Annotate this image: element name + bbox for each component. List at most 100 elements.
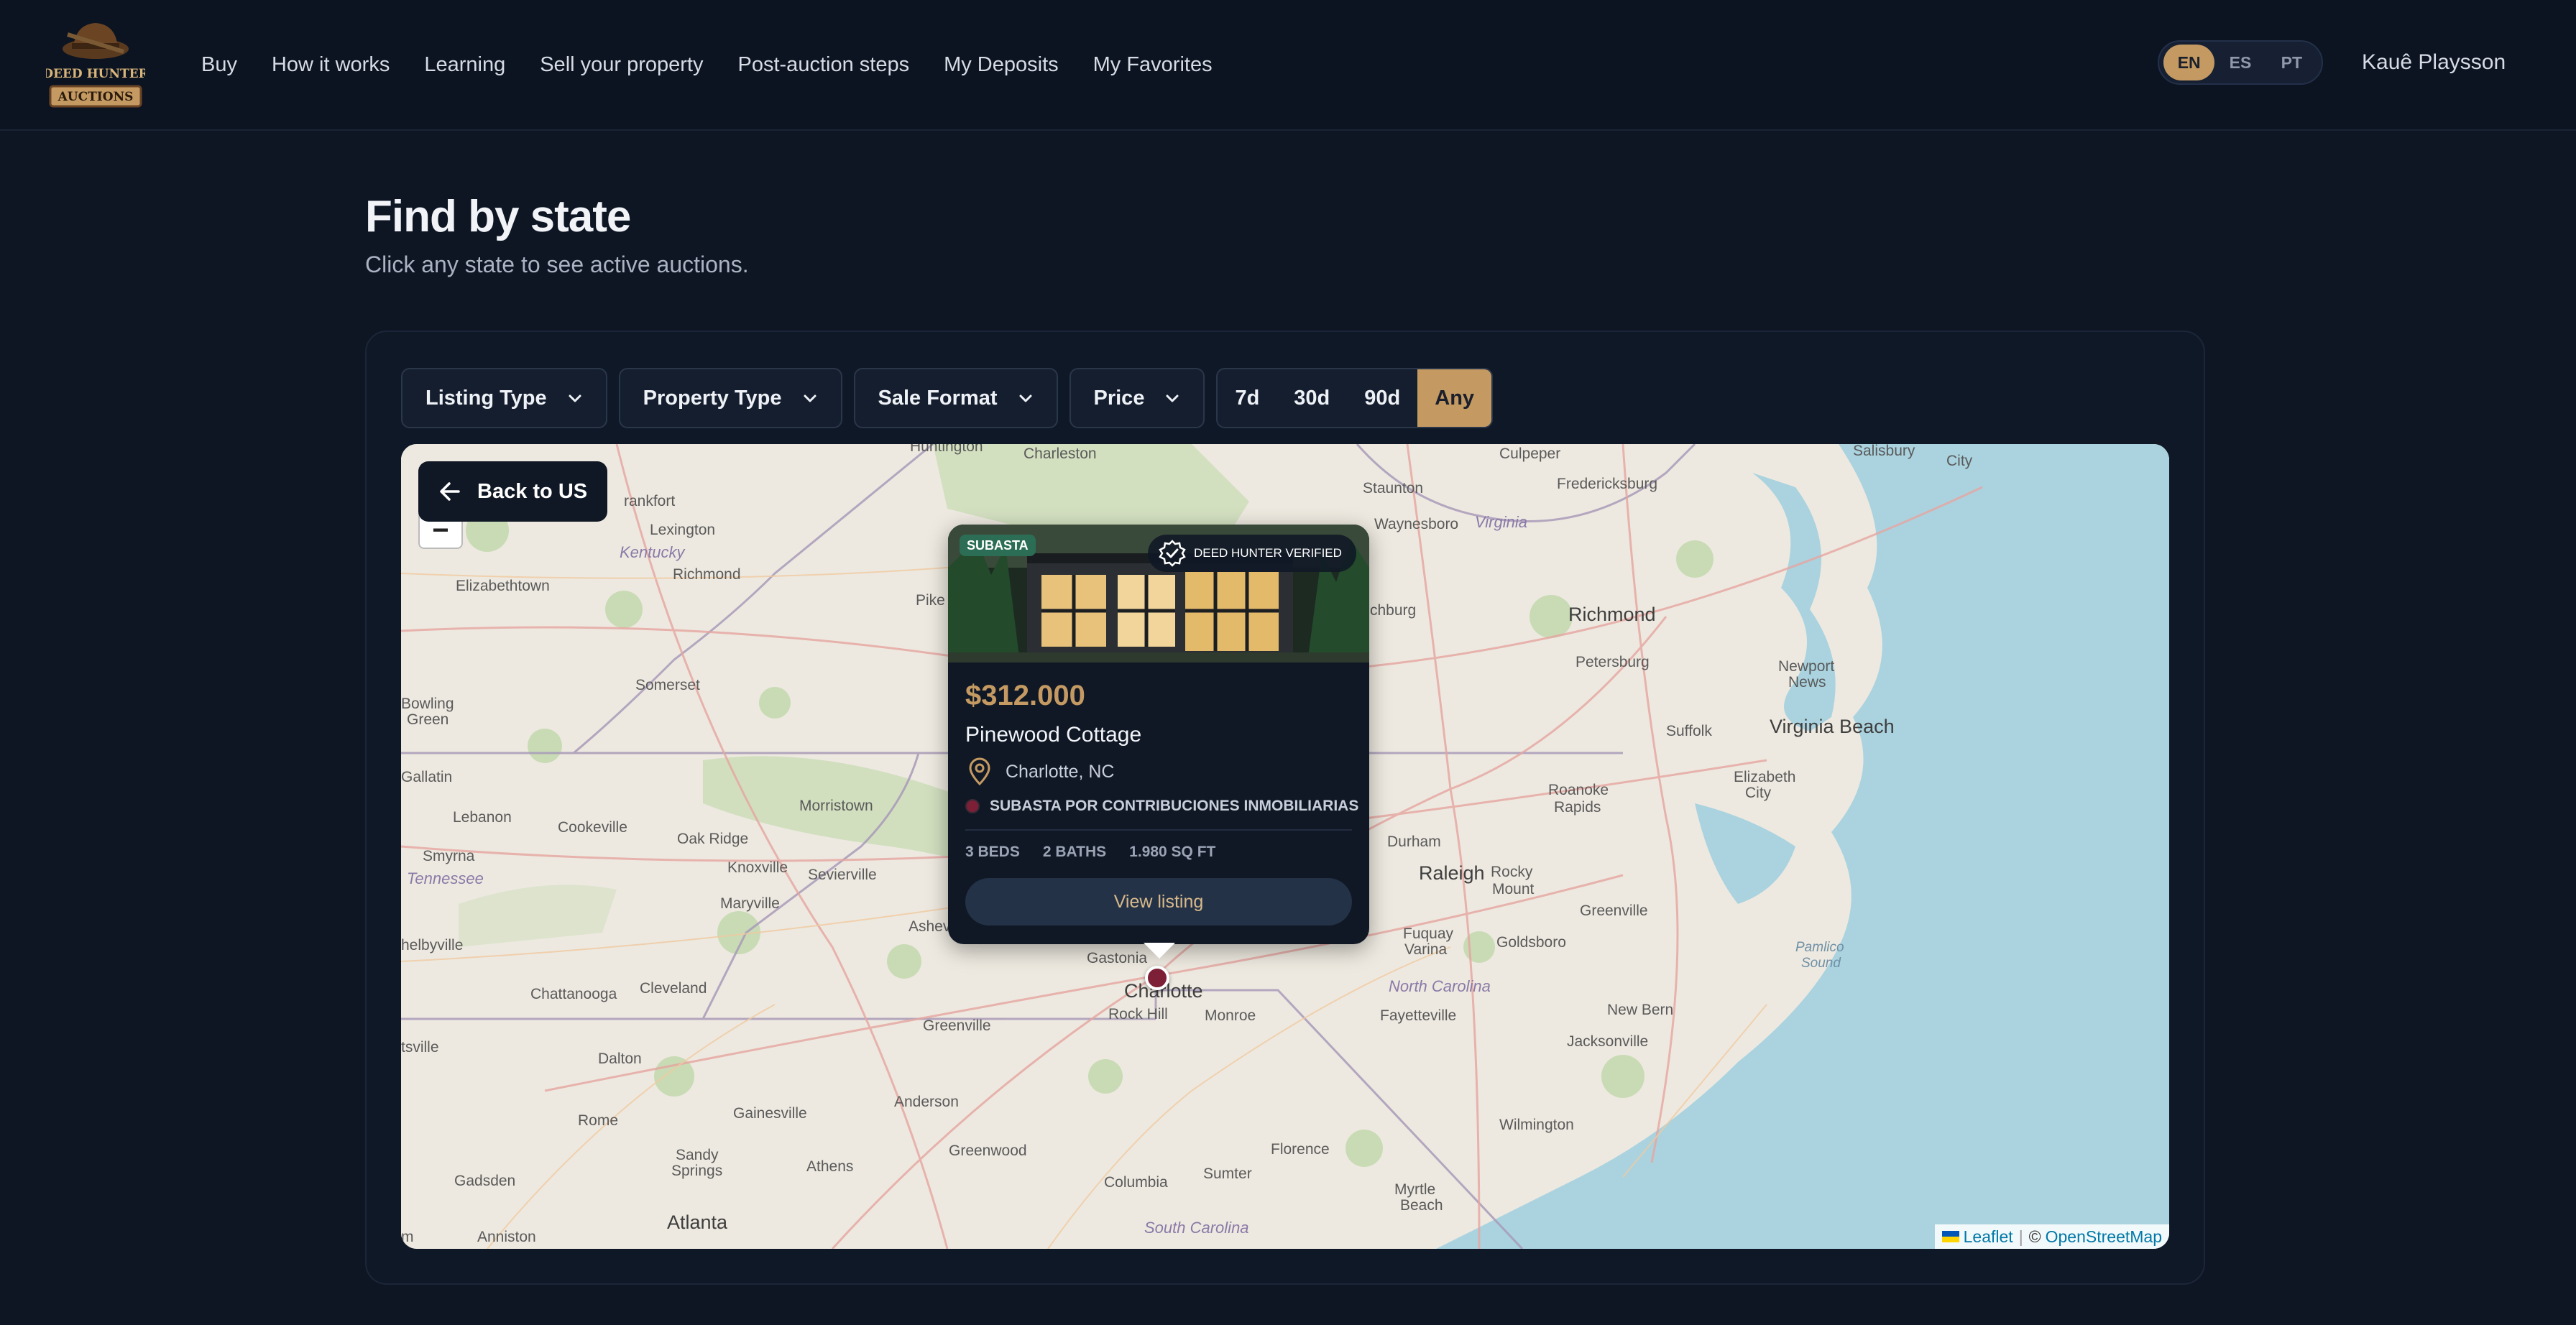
label-kentucky: Kentucky xyxy=(620,543,685,561)
label-raleigh: Raleigh xyxy=(1419,862,1485,884)
label-knoxville: Knoxville xyxy=(727,859,788,876)
label-gadsden: Gadsden xyxy=(454,1173,516,1189)
label-asheville: Ashev xyxy=(908,918,951,935)
range-30d-button[interactable]: 30d xyxy=(1276,369,1347,427)
label-somerset: Somerset xyxy=(635,677,700,693)
date-range-toggle: 7d 30d 90d Any xyxy=(1216,368,1494,428)
range-any-button[interactable]: Any xyxy=(1417,369,1492,427)
label-anderson: Anderson xyxy=(894,1094,959,1110)
label-sound: Sound xyxy=(1801,956,1841,971)
svg-text:AUCTIONS: AUCTIONS xyxy=(58,90,134,104)
chevron-down-icon xyxy=(1166,394,1179,402)
label-salisbury: Salisbury xyxy=(1853,444,1915,459)
nav-how-it-works[interactable]: How it works xyxy=(272,47,390,82)
label-birmingham: m xyxy=(401,1229,414,1245)
deed-hunter-logo[interactable]: DEED HUNTER AUCTIONS xyxy=(46,14,145,111)
price-label: Price xyxy=(1093,386,1145,410)
label-greenwood: Greenwood xyxy=(949,1142,1027,1159)
label-richmond-ky: Richmond xyxy=(673,566,741,583)
lang-pt-button[interactable]: PT xyxy=(2266,45,2317,80)
label-tennessee: Tennessee xyxy=(407,869,484,887)
language-switcher: EN ES PT xyxy=(2158,40,2323,85)
listing-type-dot xyxy=(965,799,980,813)
label-varina: Varina xyxy=(1404,941,1448,958)
listing-type-label: Listing Type xyxy=(426,386,547,410)
label-shelbyville: helbyville xyxy=(401,937,464,954)
label-sandy: Sandy xyxy=(676,1147,719,1163)
label-monroe: Monroe xyxy=(1205,1007,1256,1024)
label-city: City xyxy=(1946,453,1973,469)
label-durham: Durham xyxy=(1387,834,1441,850)
page-title: Find by state xyxy=(365,192,631,241)
label-elizabeth: Elizabeth xyxy=(1734,769,1796,785)
label-rapids: Rapids xyxy=(1554,799,1601,816)
price-dropdown[interactable]: Price xyxy=(1069,368,1205,428)
label-anniston: Anniston xyxy=(477,1229,536,1245)
label-charleston: Charleston xyxy=(1024,445,1097,462)
label-greenville-sc: Greenville xyxy=(923,1017,991,1034)
listing-popup: SUBASTA DEED HUNTER VERIFIED $312.000 Pi… xyxy=(948,525,1369,959)
nav-post-auction-steps[interactable]: Post-auction steps xyxy=(738,47,910,82)
back-to-us-button[interactable]: Back to US xyxy=(418,461,608,522)
top-header: DEED HUNTER AUCTIONS Buy How it works Le… xyxy=(0,0,2576,131)
property-type-dropdown[interactable]: Property Type xyxy=(618,368,842,428)
label-wilmington: Wilmington xyxy=(1499,1117,1574,1133)
listing-beds: 3 BEDS xyxy=(965,844,1020,860)
listing-baths: 2 BATHS xyxy=(1042,844,1107,860)
nav-buy[interactable]: Buy xyxy=(201,47,237,82)
label-myrtle: Myrtle xyxy=(1394,1181,1436,1198)
listing-type-dropdown[interactable]: Listing Type xyxy=(401,368,607,428)
nav-my-deposits[interactable]: My Deposits xyxy=(944,47,1059,82)
label-fredericksburg: Fredericksburg xyxy=(1557,476,1658,492)
user-menu[interactable]: Kauê Playsson xyxy=(2362,45,2506,80)
verified-label: DEED HUNTER VERIFIED xyxy=(1194,546,1342,560)
range-90d-button[interactable]: 90d xyxy=(1347,369,1417,427)
lang-es-button[interactable]: ES xyxy=(2214,45,2266,80)
openstreetmap-link[interactable]: OpenStreetMap xyxy=(2046,1227,2162,1247)
label-springs: Springs xyxy=(671,1163,723,1179)
arrow-left-icon xyxy=(440,482,460,501)
label-elizabeth-city: City xyxy=(1745,785,1772,801)
label-athens: Athens xyxy=(806,1158,854,1175)
label-gallatin: Gallatin xyxy=(401,769,453,785)
leaflet-link[interactable]: Leaflet xyxy=(1964,1227,2013,1247)
nav-my-favorites[interactable]: My Favorites xyxy=(1093,47,1213,82)
label-dalton: Dalton xyxy=(598,1051,642,1067)
verified-badge: DEED HUNTER VERIFIED xyxy=(1148,535,1356,572)
label-smyrna: Smyrna xyxy=(423,848,475,864)
main-nav: Buy How it works Learning Sell your prop… xyxy=(201,47,1247,82)
label-mount: Mount xyxy=(1492,881,1535,897)
label-elizabethtown: Elizabethtown xyxy=(456,578,550,594)
label-goldsboro: Goldsboro xyxy=(1496,934,1566,951)
verified-check-icon xyxy=(1159,540,1186,567)
listing-location-text: Charlotte, NC xyxy=(1006,761,1115,782)
range-7d-button[interactable]: 7d xyxy=(1218,369,1276,427)
sale-format-label: Sale Format xyxy=(878,386,998,410)
label-atlanta: Atlanta xyxy=(667,1211,728,1233)
listing-title[interactable]: Pinewood Cottage xyxy=(965,723,1141,747)
sale-format-dropdown[interactable]: Sale Format xyxy=(853,368,1058,428)
label-frankfort: rankfort xyxy=(624,493,676,509)
label-cleveland: Cleveland xyxy=(640,980,707,997)
label-news: News xyxy=(1788,674,1826,691)
state-map[interactable]: Huntington Charleston Staunton Culpeper … xyxy=(401,444,2169,1249)
label-greenville-nc: Greenville xyxy=(1580,902,1648,919)
label-virginia: Virginia xyxy=(1475,513,1527,531)
nav-learning[interactable]: Learning xyxy=(424,47,505,82)
listing-location: Charlotte, NC xyxy=(965,757,1114,786)
page-subtitle: Click any state to see active auctions. xyxy=(365,251,749,277)
listing-marker[interactable] xyxy=(1145,966,1169,990)
label-maryville: Maryville xyxy=(720,895,780,912)
label-culpeper: Culpeper xyxy=(1499,445,1561,462)
label-south-carolina: South Carolina xyxy=(1144,1219,1249,1237)
back-to-us-label: Back to US xyxy=(477,479,588,503)
lang-en-button[interactable]: EN xyxy=(2163,45,2215,80)
nav-sell-your-property[interactable]: Sell your property xyxy=(540,47,703,82)
label-oak-ridge: Oak Ridge xyxy=(677,831,749,847)
map-card: Listing Type Property Type Sale Format P… xyxy=(365,331,2205,1285)
filter-bar: Listing Type Property Type Sale Format P… xyxy=(401,368,1494,428)
view-listing-button[interactable]: View listing xyxy=(965,878,1352,925)
label-huntsville: tsville xyxy=(401,1039,439,1056)
label-jacksonville: Jacksonville xyxy=(1567,1033,1649,1050)
label-north-carolina: North Carolina xyxy=(1389,977,1491,995)
